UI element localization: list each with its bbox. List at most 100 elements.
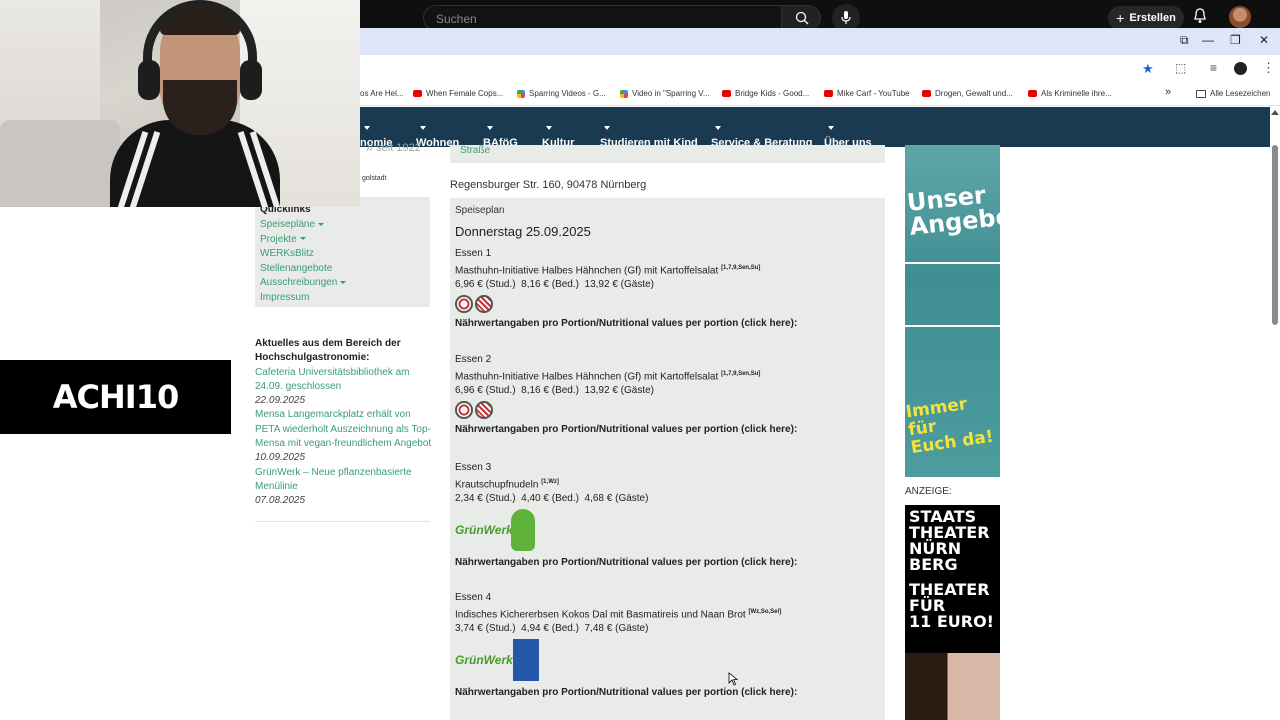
scrollbar-thumb[interactable] xyxy=(1272,145,1278,325)
bell-icon[interactable] xyxy=(1192,8,1208,24)
nav-item-kultur[interactable]: Kultur xyxy=(542,122,574,149)
nav-item-ueber-uns[interactable]: Über uns xyxy=(824,122,872,149)
news-link[interactable]: GrünWerk – Neue pflanzenbasierte Menülin… xyxy=(255,466,435,495)
bookmark-item[interactable]: Mike Carf - YouTube xyxy=(824,89,910,98)
pinwheel-icon xyxy=(517,89,525,98)
bookmarks-overflow-button[interactable]: » xyxy=(1165,86,1171,98)
youtube-icon xyxy=(922,90,931,97)
bookmark-item[interactable]: os Are Hel... xyxy=(360,89,404,98)
location-tagline: golstadt xyxy=(362,175,387,182)
headset-earcup xyxy=(138,60,160,100)
ad-banner-angebot[interactable]: Unser Angebot Immer für Euch da! xyxy=(905,145,1000,477)
bookmark-star-icon[interactable]: ★ xyxy=(1142,61,1154,77)
meal-label: Essen 2 xyxy=(455,354,492,365)
meal-name: Krautschupfnudeln [1,Wz] xyxy=(455,479,559,491)
news-link[interactable]: Mensa Langemarckplatz erhält von PETA wi… xyxy=(255,408,435,451)
quicklink-impressum[interactable]: Impressum xyxy=(260,291,425,306)
quicklink-stellenangebote[interactable]: Stellenangebote xyxy=(260,262,425,277)
nav-item-bafoeg[interactable]: BAföG xyxy=(483,122,518,149)
nav-item[interactable]: nomie xyxy=(360,122,392,149)
bookmark-item[interactable]: Bridge Kids - Good... xyxy=(722,89,809,98)
allergen-codes: [Wz,So,Sel] xyxy=(748,609,782,615)
mensa-address: Regensburger Str. 160, 90478 Nürnberg xyxy=(450,179,647,191)
quicklink-projekte[interactable]: Projekte xyxy=(260,233,425,248)
extensions-icon[interactable]: ⬚ xyxy=(1175,61,1186,75)
all-bookmarks-button[interactable]: Alle Lesezeichen xyxy=(1196,89,1270,98)
meal-label: Essen 3 xyxy=(455,462,492,473)
meal-prices: 6,96 € (Stud.) 8,16 € (Bed.) 13,92 € (Gä… xyxy=(455,385,655,397)
media-controls-icon[interactable]: ≡ xyxy=(1210,61,1217,75)
meal-item: Essen 2 Masthuhn-Initiative Halbes Hähnc… xyxy=(455,353,875,437)
meal-icons: GrünWerk xyxy=(455,508,875,552)
minimize-icon[interactable]: — xyxy=(1202,33,1214,47)
divider xyxy=(905,262,1000,264)
webcam-sofa xyxy=(0,120,120,207)
meal-name: Indisches Kichererbsen Kokos Dal mit Bas… xyxy=(455,609,782,621)
create-label: Erstellen xyxy=(1129,12,1176,24)
ad-slogan: THEATER FÜR 11 EURO! xyxy=(909,580,994,631)
bookmark-item[interactable]: Drogen, Gewalt und... xyxy=(922,89,1013,98)
ad-label: ANZEIGE: xyxy=(905,486,952,497)
maximize-icon[interactable]: ❐ xyxy=(1230,33,1241,47)
allergen-codes: [1,7,9,Sen,Su] xyxy=(721,265,761,271)
divider xyxy=(905,325,1000,327)
youtube-icon xyxy=(824,90,833,97)
news-date: 22.09.2025 xyxy=(255,395,306,407)
profile-icon[interactable] xyxy=(1234,62,1247,75)
ad-banner-staatstheater[interactable]: STAATS THEATER NÜRN BERG THEATER FÜR 11 … xyxy=(905,505,1000,720)
meal-name: Masthuhn-Initiative Halbes Hähnchen (Gf)… xyxy=(455,265,761,277)
ad-headline: STAATS THEATER NÜRN BERG xyxy=(909,507,990,574)
bookmark-item[interactable]: When Female Cops... xyxy=(413,89,503,98)
meal-icons xyxy=(455,401,875,420)
nutrition-link[interactable]: Nährwertangaben pro Portion/Nutritional … xyxy=(455,317,875,331)
gruenwerk-logo-icon: GrünWerk xyxy=(455,523,513,538)
address-bar[interactable]: ★ ⬚ ≡ ⋮ xyxy=(360,55,1280,82)
caret-down-icon xyxy=(340,280,347,284)
allergen-codes: [1,7,9,Sen,Su] xyxy=(721,371,761,377)
ad-slogan: Immer für Euch da! xyxy=(905,394,995,459)
ad-headline: Unser Angebot xyxy=(905,180,1000,241)
quicklink-ausschreibungen[interactable]: Ausschreibungen xyxy=(260,276,425,291)
meal-prices: 3,74 € (Stud.) 4,94 € (Bed.) 7,48 € (Gäs… xyxy=(455,623,649,635)
quicklink-werksblitz[interactable]: WERKsBlitz xyxy=(260,247,425,262)
microphone-icon xyxy=(841,11,851,24)
news-link[interactable]: Cafeteria Universitätsbibliothek am 24.0… xyxy=(255,366,435,395)
meal-label: Essen 1 xyxy=(455,248,492,259)
bookmark-item[interactable]: Als Kriminelle ihre... xyxy=(1028,89,1112,98)
news-title: Aktuelles aus dem Bereich der Hochschulg… xyxy=(255,338,401,364)
quicklink-speiseplaene[interactable]: Speisepläne xyxy=(260,218,425,233)
nutrition-link[interactable]: Nährwertangaben pro Portion/Nutritional … xyxy=(455,556,875,570)
browser-title-bar xyxy=(360,28,1280,55)
headset-earcup xyxy=(240,60,262,100)
news-section: Aktuelles aus dem Bereich der Hochschulg… xyxy=(255,337,435,509)
nav-item-service-beratung[interactable]: Service & Beratung xyxy=(711,122,812,149)
caret-down-icon xyxy=(828,126,834,131)
create-button[interactable]: + Erstellen xyxy=(1108,6,1184,30)
youtube-icon xyxy=(1028,90,1037,97)
blue-footprint-icon xyxy=(512,639,539,682)
bookmarks-bar: os Are Hel... When Female Cops... Sparri… xyxy=(360,82,1280,106)
open-in-window-icon[interactable]: ⧉ xyxy=(1180,33,1189,48)
scroll-up-icon[interactable] xyxy=(1271,110,1279,115)
meal-name: Masthuhn-Initiative Halbes Hähnchen (Gf)… xyxy=(455,371,761,383)
meal-item: Essen 1 Masthuhn-Initiative Halbes Hähnc… xyxy=(455,247,875,331)
avatar[interactable] xyxy=(1229,6,1251,28)
bookmark-item[interactable]: Sparring Videos - G... xyxy=(517,89,606,98)
screen: Suchen + Erstellen ⧉ — ❐ ✕ ★ ⬚ ≡ ⋮ os Ar… xyxy=(0,0,1280,720)
caret-down-icon xyxy=(487,126,493,131)
quicklinks-panel: Quicklinks Speisepläne Projekte WERKsBli… xyxy=(255,197,430,307)
bookmark-item[interactable]: Video in "Sparring V... xyxy=(620,89,710,98)
youtube-icon xyxy=(722,90,731,97)
nav-item-studieren-mit-kind[interactable]: Studieren mit Kind xyxy=(600,122,698,149)
menu-icon[interactable]: ⋮ xyxy=(1262,60,1275,76)
folder-icon xyxy=(1196,89,1206,98)
menu-date: Donnerstag 25.09.2025 xyxy=(455,224,591,239)
close-icon[interactable]: ✕ xyxy=(1259,33,1269,47)
street-link[interactable]: Straße xyxy=(460,145,490,156)
nav-item-wohnen[interactable]: Wohnen xyxy=(416,122,459,149)
nutrition-link[interactable]: Nährwertangaben pro Portion/Nutritional … xyxy=(455,686,875,700)
webcam-overlay xyxy=(0,0,360,207)
site-nav: nomie Wohnen BAföG Kultur Studieren mit … xyxy=(360,107,1270,149)
youtube-icon xyxy=(413,90,422,97)
nutrition-link[interactable]: Nährwertangaben pro Portion/Nutritional … xyxy=(455,423,875,437)
